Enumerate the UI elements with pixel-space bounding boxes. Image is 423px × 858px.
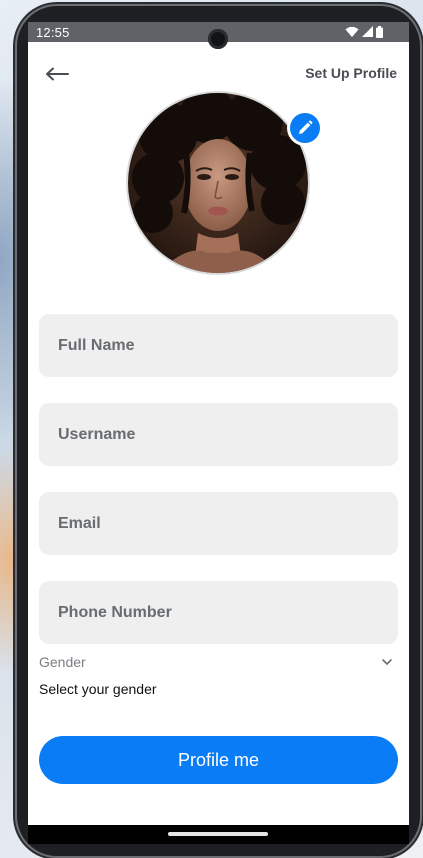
profile-avatar[interactable]: [126, 91, 310, 275]
signal-icon: [362, 26, 373, 37]
app-screen: 12:55 Set Up Profile Full Name Username …: [28, 22, 409, 825]
chevron-down-icon[interactable]: [381, 656, 393, 668]
edit-avatar-badge: [290, 113, 320, 143]
phone-number-field[interactable]: [39, 581, 398, 644]
full-name-field[interactable]: [39, 314, 398, 377]
front-camera: [208, 29, 228, 49]
home-indicator[interactable]: [168, 832, 268, 836]
pencil-icon: [299, 120, 313, 134]
page-title: Set Up Profile: [305, 65, 397, 81]
back-button[interactable]: [42, 62, 72, 86]
profile-me-button[interactable]: Profile me: [39, 736, 398, 784]
status-icons: [345, 25, 383, 39]
battery-icon: [376, 26, 383, 38]
username-field[interactable]: [39, 403, 398, 466]
portrait-image: [128, 93, 308, 273]
status-time: 12:55: [36, 25, 70, 40]
wifi-icon: [345, 26, 359, 37]
avatar-photo: [128, 93, 308, 273]
arrow-left-icon: [46, 67, 69, 81]
email-field[interactable]: [39, 492, 398, 555]
edit-avatar-button[interactable]: [287, 110, 323, 146]
gender-select[interactable]: Select your gender: [39, 681, 157, 697]
gender-label: Gender: [39, 654, 86, 670]
system-nav-bar: [28, 825, 409, 844]
